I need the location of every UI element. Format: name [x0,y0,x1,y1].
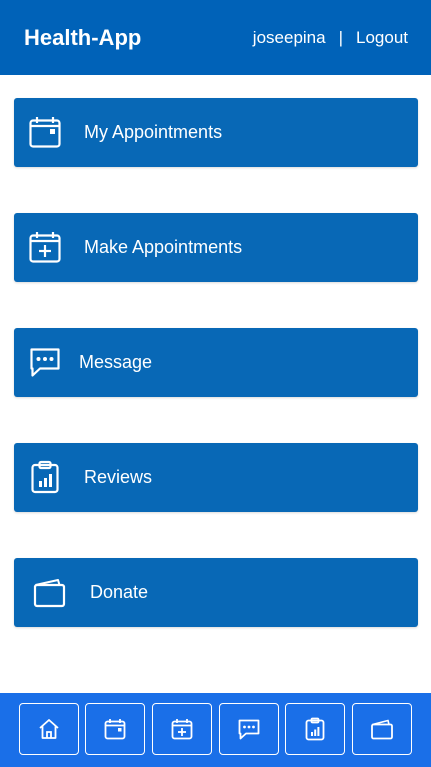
nav-appointments-button[interactable] [85,703,145,755]
menu-item-message[interactable]: Message [14,328,418,397]
menu-item-label: Make Appointments [84,237,243,257]
nav-reviews-button[interactable] [285,703,345,755]
menu-item-label: Message [79,352,153,372]
app-header: Health-App joseepina | Logout [0,0,431,75]
clipboard-chart-icon [31,460,59,494]
chat-icon [30,348,60,377]
calendar-plus-icon [29,232,61,263]
menu-item-donate[interactable]: Donate [14,558,418,627]
nav-message-button[interactable] [219,703,279,755]
calendar-plus-icon [171,719,193,740]
username-link[interactable]: joseepina [253,28,326,48]
menu-item-label: Reviews [84,467,153,487]
menu-item-make-appointments[interactable]: Make Appointments [14,213,418,282]
nav-home-button[interactable] [19,703,79,755]
header-separator: | [338,28,343,47]
calendar-icon [104,719,126,740]
nav-make-appointment-button[interactable] [152,703,212,755]
chat-icon [238,719,260,740]
menu-item-reviews[interactable]: Reviews [14,443,418,512]
calendar-icon [29,117,61,148]
menu-item-label: My Appointments [84,122,223,142]
logout-link[interactable]: Logout [356,28,408,48]
bottom-nav [0,693,431,767]
nav-donate-button[interactable] [352,703,412,755]
clipboard-chart-icon [305,717,325,741]
user-area: joseepina | Logout [253,28,408,48]
menu-item-my-appointments[interactable]: My Appointments [14,98,418,167]
menu-item-label: Donate [90,582,149,602]
home-icon [39,719,59,739]
wallet-icon [371,719,393,740]
wallet-icon [33,579,66,608]
app-title: Health-App [24,25,142,50]
